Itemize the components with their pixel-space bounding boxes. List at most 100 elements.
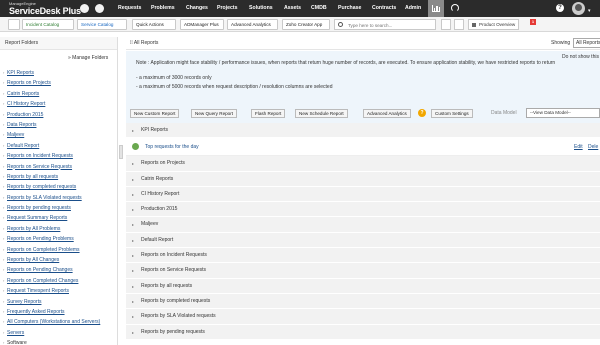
folder-label[interactable]: Reports on Pending Problems (7, 236, 74, 242)
report-category-row[interactable]: ▸ Reports on Incident Requests (126, 248, 600, 264)
nav-assets[interactable]: Assets (284, 0, 301, 17)
servicedesk-logo[interactable]: ManageEngine ServiceDesk Plus (9, 1, 81, 16)
folder-item[interactable]: › Request Timespent Reports (0, 286, 118, 296)
refresh-icon[interactable] (95, 4, 104, 13)
folder-label[interactable]: Servers (7, 330, 24, 336)
folder-label[interactable]: Request Summary Reports (7, 215, 67, 221)
folder-label[interactable]: Reports on Service Requests (7, 164, 72, 170)
folder-item[interactable]: › Default Report (0, 141, 118, 151)
report-category-row[interactable]: ▸ Reports on Service Requests (126, 263, 600, 279)
quick-actions-dropdown[interactable]: Quick Actions (132, 19, 176, 30)
folder-label[interactable]: Reports on Completed Problems (7, 247, 80, 253)
data-model-select[interactable]: --View Data Model-- (526, 108, 600, 118)
folder-item[interactable]: › Catrin Reports (0, 89, 118, 99)
expand-arrow-icon[interactable]: ▸ (132, 187, 134, 202)
product-overview-button[interactable]: Product Overview (468, 19, 520, 30)
showing-select[interactable]: All Reports (573, 38, 600, 48)
manage-folders-link[interactable]: » Manage Folders (68, 55, 108, 61)
report-category-row[interactable]: ▸ Production 2015 (126, 202, 600, 218)
nav-problems[interactable]: Problems (151, 0, 175, 17)
folder-item[interactable]: › Reports by SLA Violated requests (0, 193, 118, 203)
folder-label[interactable]: Frequently Asked Reports (7, 309, 65, 315)
expand-arrow-icon[interactable]: ▸ (132, 294, 134, 309)
home-icon[interactable] (80, 4, 89, 13)
flash-report-button[interactable]: Flash Report (251, 109, 286, 118)
expand-arrow-icon[interactable]: ▸ (132, 233, 134, 248)
folder-item[interactable]: › Production 2015 (0, 110, 118, 120)
folder-item[interactable]: › Reports by pending requests (0, 203, 118, 213)
search-input[interactable] (348, 21, 433, 29)
folder-item[interactable]: › Reports on Projects (0, 78, 118, 88)
folder-label[interactable]: Reports on Pending Changes (7, 267, 73, 273)
folder-item[interactable]: › KPI Reports (0, 68, 118, 78)
new-query-report-button[interactable]: New Query Report (191, 109, 238, 118)
report-item[interactable]: Top requests for the day Edit Dele (126, 138, 600, 157)
folder-item[interactable]: › Data Reports (0, 120, 118, 130)
folder-item[interactable]: › Software (0, 338, 118, 345)
nav-changes[interactable]: Changes (186, 0, 208, 17)
folder-label[interactable]: All Computers (Workstations and Servers) (7, 319, 100, 325)
expand-arrow-icon[interactable]: ▸ (132, 279, 134, 294)
folder-label[interactable]: Reports on Incident Requests (7, 153, 73, 159)
folder-item[interactable]: › Reports on Completed Problems (0, 245, 118, 255)
do-not-show-link[interactable]: Do not show this (562, 54, 599, 60)
folder-item[interactable]: › Survey Reports (0, 297, 118, 307)
report-category-row[interactable]: ▸ Reports by all requests (126, 278, 600, 294)
print-icon[interactable] (454, 19, 464, 30)
expand-arrow-icon[interactable]: ▸ (132, 263, 134, 278)
folder-label[interactable]: Software (7, 340, 27, 345)
nav-projects[interactable]: Projects (217, 0, 237, 17)
expand-arrow-icon[interactable]: ▸ (132, 325, 134, 340)
folder-label[interactable]: Survey Reports (7, 299, 41, 305)
new-item-icon[interactable] (8, 19, 20, 30)
folder-label[interactable]: Data Reports (7, 122, 36, 128)
folder-item[interactable]: › Frequently Asked Reports (0, 307, 118, 317)
folder-label[interactable]: Production 2015 (7, 112, 43, 118)
nav-contracts[interactable]: Contracts (372, 0, 396, 17)
calendar-icon[interactable] (441, 19, 451, 30)
folder-label[interactable]: Reports by pending requests (7, 205, 71, 211)
folder-label[interactable]: Reports by All Problems (7, 226, 60, 232)
help-icon[interactable]: ? (556, 4, 564, 12)
folder-label[interactable]: Request Timespent Reports (7, 288, 69, 294)
expand-arrow-icon[interactable]: ▸ (132, 248, 134, 263)
folder-label[interactable]: Catrin Reports (7, 91, 39, 97)
expand-arrow-icon[interactable]: ▸ (132, 156, 134, 171)
zoho-creator-button[interactable]: Zoho Creator App (282, 19, 330, 30)
report-category-row[interactable]: ▸ Maljeev (126, 217, 600, 233)
folder-item[interactable]: › Reports by all requests (0, 172, 118, 182)
expand-arrow-icon[interactable]: ▸ (132, 202, 134, 217)
advanced-analytics-button[interactable]: Advanced Analytics (227, 19, 278, 30)
nav-solutions[interactable]: Solutions (249, 0, 273, 17)
support-headset-icon[interactable] (451, 4, 459, 12)
folder-label[interactable]: Maljeev (7, 132, 24, 138)
expand-arrow-icon[interactable]: ▸ (132, 172, 134, 187)
nav-reports-tab[interactable] (428, 0, 444, 17)
folder-item[interactable]: › CI History Report (0, 99, 118, 109)
folder-item[interactable]: › Reports by completed requests (0, 182, 118, 192)
report-item-label[interactable]: Top requests for the day (141, 144, 199, 150)
report-category-row[interactable]: ▸ CI History Report (126, 186, 600, 203)
folder-label[interactable]: CI History Report (7, 101, 45, 107)
folder-item[interactable]: › Reports by All Problems (0, 224, 118, 234)
report-category-row[interactable]: ▸ Reports by SLA Violated requests (126, 309, 600, 325)
folder-label[interactable]: Reports by SLA Violated requests (7, 195, 82, 201)
folder-label[interactable]: Reports by all requests (7, 174, 58, 180)
advanced-analytics-report-button[interactable]: Advanced Analytics (363, 109, 411, 118)
chevron-down-icon[interactable]: ▾ (588, 8, 591, 14)
folder-label[interactable]: Reports on Completed Changes (7, 278, 78, 284)
folder-item[interactable]: › All Computers (Workstations and Servers… (0, 317, 118, 327)
folder-item[interactable]: › Servers (0, 328, 118, 338)
folder-label[interactable]: Reports by completed requests (7, 184, 76, 190)
report-category-row[interactable]: ▸ Default Report (126, 232, 600, 249)
edit-link[interactable]: Edit (574, 138, 583, 156)
folder-item[interactable]: › Reports on Pending Problems (0, 234, 118, 244)
expand-arrow-icon[interactable]: ▸ (132, 217, 134, 232)
incident-catalog-dropdown[interactable]: Incident Catalog (22, 19, 74, 30)
new-schedule-report-button[interactable]: New Schedule Report (295, 109, 348, 118)
panel-splitter-handle[interactable] (119, 145, 123, 159)
delete-link[interactable]: Dele (588, 138, 598, 156)
service-catalog-dropdown[interactable]: Service Catalog (77, 19, 127, 30)
folder-item[interactable]: › Reports on Pending Changes (0, 265, 118, 275)
nav-requests[interactable]: Requests (118, 0, 141, 17)
